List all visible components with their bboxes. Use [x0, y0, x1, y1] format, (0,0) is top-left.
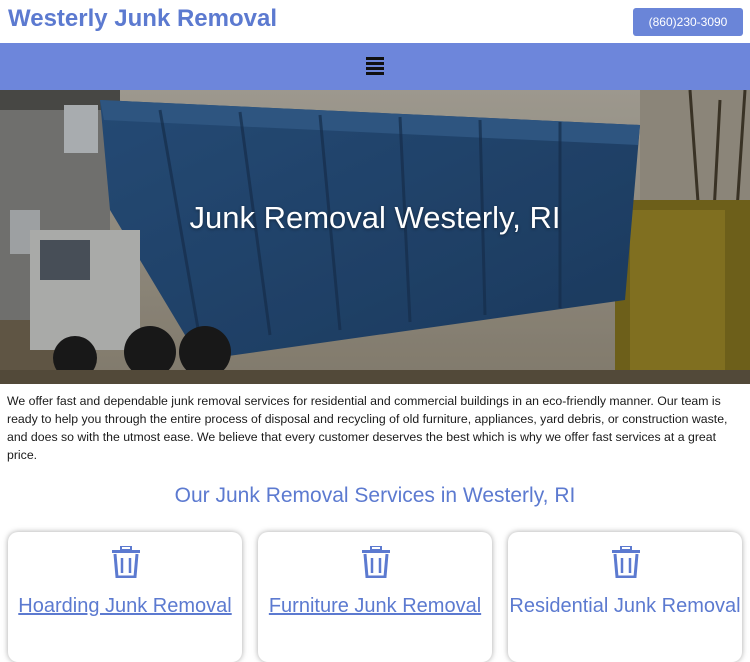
service-cards: Hoarding Junk Removal Furniture Junk Rem…	[0, 508, 750, 662]
service-card-furniture: Furniture Junk Removal	[258, 532, 492, 662]
hero-image	[0, 90, 750, 384]
nav-bar	[0, 43, 750, 90]
site-brand[interactable]: Westerly Junk Removal	[8, 5, 277, 33]
phone-button[interactable]: (860)230-3090	[633, 8, 743, 36]
service-card-hoarding: Hoarding Junk Removal	[8, 532, 242, 662]
hero-banner: Junk Removal Westerly, RI	[0, 90, 750, 384]
trash-icon	[112, 546, 140, 578]
service-card-title[interactable]: Furniture Junk Removal	[258, 594, 492, 618]
trash-icon	[612, 546, 640, 578]
intro-paragraph: We offer fast and dependable junk remova…	[7, 394, 728, 462]
service-card-title: Residential Junk Removal	[509, 595, 741, 617]
hamburger-menu-icon[interactable]	[366, 57, 384, 75]
site-header: Westerly Junk Removal (860)230-3090	[0, 0, 750, 43]
service-card-title[interactable]: Hoarding Junk Removal	[8, 594, 242, 618]
hero-title: Junk Removal Westerly, RI	[189, 200, 561, 235]
services-title: Our Junk Removal Services in Westerly, R…	[174, 484, 576, 507]
service-card-residential: Residential Junk Removal	[508, 532, 742, 662]
trash-icon	[362, 546, 390, 578]
